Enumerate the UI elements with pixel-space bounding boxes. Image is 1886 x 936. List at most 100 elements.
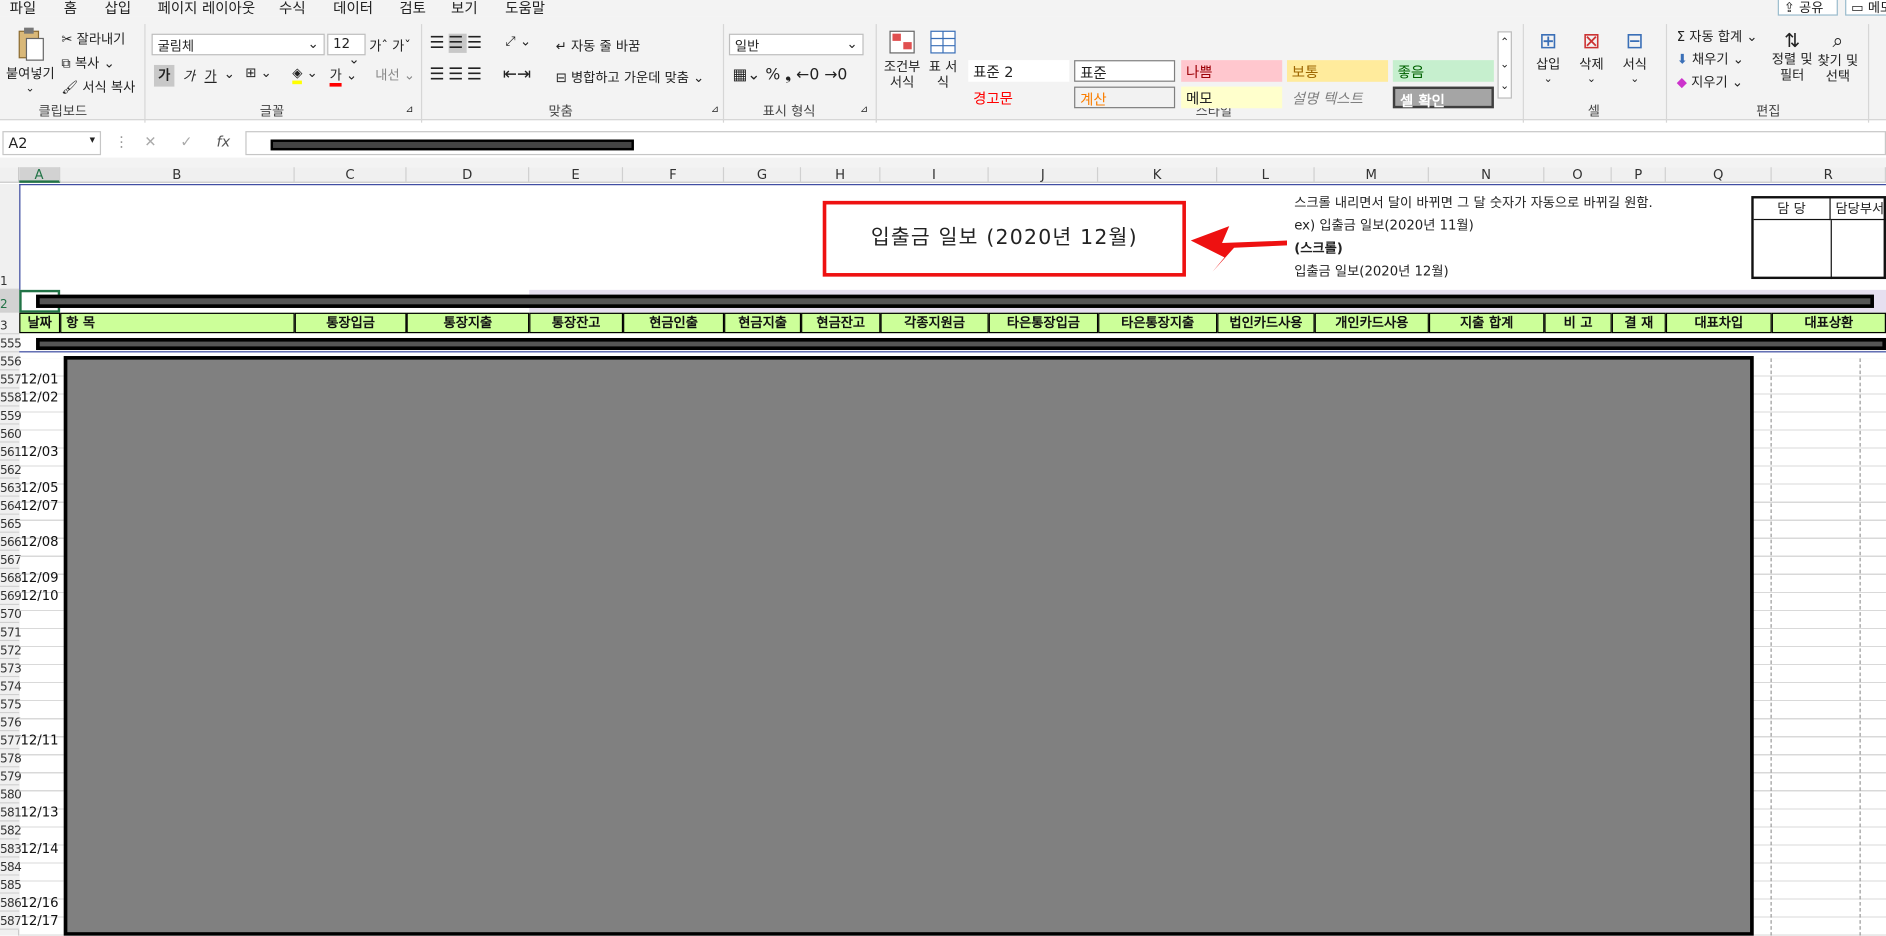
tab-review[interactable]: 검토: [399, 0, 426, 18]
number-format-icons[interactable]: ▦⌄ % ❟ ←0 →0: [733, 66, 848, 84]
formula-input[interactable]: [245, 131, 1886, 156]
column-header-E[interactable]: E: [529, 167, 624, 183]
wrap-text-button[interactable]: ↵ 자동 줄 바꿈: [556, 36, 641, 55]
column-header-A[interactable]: A: [19, 167, 61, 183]
table-header-cell[interactable]: 현금잔고: [801, 312, 881, 334]
row-header[interactable]: 571: [0, 623, 22, 642]
dialog-launcher-icon[interactable]: ⊿: [860, 103, 868, 114]
cell-style-item[interactable]: 경고문: [968, 86, 1070, 109]
column-header-D[interactable]: D: [407, 167, 530, 183]
fill-button[interactable]: ⬇ 채우기 ⌄: [1677, 49, 1744, 68]
comments-button[interactable]: ▭ 메모: [1845, 0, 1886, 16]
column-header-P[interactable]: P: [1612, 167, 1666, 183]
name-box[interactable]: A2 ▾: [2, 131, 102, 156]
column-header-F[interactable]: F: [623, 167, 725, 183]
cell-style-item[interactable]: 나쁨: [1181, 60, 1283, 82]
find-select-button[interactable]: ⌕ 찾기 및 선택: [1816, 29, 1859, 84]
phonetic-icon[interactable]: 내선 ⌄: [375, 65, 415, 84]
column-header-G[interactable]: G: [724, 167, 802, 183]
cell-style-item[interactable]: 메모: [1181, 86, 1283, 109]
table-header-cell[interactable]: 대표상환: [1771, 312, 1886, 334]
row-header[interactable]: 587: [0, 911, 22, 930]
row-header[interactable]: 578: [0, 749, 22, 768]
row-header[interactable]: 576: [0, 713, 22, 732]
row-header[interactable]: 577: [0, 731, 22, 750]
insert-cells-button[interactable]: ⊞ 삽입 ⌄: [1536, 29, 1560, 86]
row-header[interactable]: 1: [0, 184, 20, 290]
italic-button[interactable]: 가: [183, 66, 195, 85]
row-header[interactable]: 574: [0, 677, 22, 696]
tab-view[interactable]: 보기: [451, 0, 478, 18]
merge-center-button[interactable]: ⊟ 병합하고 가운데 맞춤 ⌄: [556, 67, 705, 86]
column-header-N[interactable]: N: [1429, 167, 1545, 183]
format-as-table-button[interactable]: 표 서식: [926, 29, 960, 90]
cell-style-item[interactable]: 셀 확인: [1392, 86, 1494, 109]
row-header[interactable]: 583: [0, 839, 22, 858]
cell-style-item[interactable]: 좋음: [1392, 60, 1494, 82]
row-header[interactable]: 579: [0, 767, 22, 786]
cancel-icon[interactable]: ✕: [144, 134, 156, 151]
bold-button[interactable]: 가: [153, 64, 175, 87]
date-cell[interactable]: 12/05: [20, 480, 58, 496]
table-header-cell[interactable]: 현금지출: [724, 312, 802, 334]
row-header[interactable]: 2: [0, 289, 20, 313]
tab-formulas[interactable]: 수식: [279, 0, 306, 18]
date-cell[interactable]: 12/16: [20, 895, 58, 911]
dialog-launcher-icon[interactable]: ⊿: [711, 103, 719, 114]
column-header-I[interactable]: I: [880, 167, 989, 183]
increase-font-icon[interactable]: 가ˆ: [369, 36, 388, 55]
row-header[interactable]: 584: [0, 857, 22, 876]
date-cell[interactable]: 12/14: [20, 841, 58, 857]
row-header[interactable]: 560: [0, 424, 22, 443]
row-header[interactable]: 566: [0, 532, 22, 551]
number-format-combo[interactable]: 일반 ⌄: [728, 33, 864, 56]
row-header[interactable]: 573: [0, 659, 22, 678]
date-cell[interactable]: 12/02: [20, 390, 58, 406]
chevron-down-icon[interactable]: ⌄: [224, 66, 235, 82]
dialog-launcher-icon[interactable]: ⊿: [405, 103, 413, 114]
column-header-Q[interactable]: Q: [1666, 167, 1772, 183]
gallery-scroll[interactable]: ⌃ ⌄ ⌄: [1497, 31, 1512, 99]
row-header[interactable]: 564: [0, 496, 22, 515]
clear-button[interactable]: ◆ 지우기 ⌄: [1677, 72, 1743, 91]
table-header-cell[interactable]: 대표차입: [1665, 312, 1772, 334]
table-header-cell[interactable]: 현금인출: [623, 312, 725, 334]
column-header-C[interactable]: C: [295, 167, 407, 183]
table-header-cell[interactable]: 항 목: [60, 312, 295, 334]
row-header[interactable]: 580: [0, 785, 22, 804]
fill-color-button[interactable]: ◈ ⌄: [292, 64, 318, 85]
row-header[interactable]: 570: [0, 605, 22, 624]
vertical-align-icons[interactable]: ☰☰☰: [429, 33, 485, 53]
date-cell[interactable]: 12/10: [20, 588, 58, 604]
table-header-cell[interactable]: 각종지원금: [880, 312, 989, 334]
horizontal-align-icons[interactable]: ☰☰☰: [429, 65, 485, 84]
row-header[interactable]: 575: [0, 695, 22, 714]
copy-button[interactable]: ⧉ 복사 ⌄: [61, 53, 114, 72]
table-header-cell[interactable]: 타은통장입금: [988, 312, 1099, 334]
row-header[interactable]: 559: [0, 406, 22, 425]
table-header-cell[interactable]: 타은통장지출: [1098, 312, 1218, 334]
paste-button[interactable]: 붙여넣기 ⌄: [6, 26, 55, 95]
cell-style-item[interactable]: 보통: [1286, 60, 1389, 82]
indent-icons[interactable]: ⇤⇥: [503, 65, 531, 84]
column-header-K[interactable]: K: [1098, 167, 1218, 183]
share-button[interactable]: ⇪ 공유: [1777, 0, 1838, 16]
row-header[interactable]: 567: [0, 550, 22, 569]
date-cell[interactable]: 12/09: [20, 570, 58, 586]
row-header[interactable]: 558: [0, 388, 22, 407]
row-header[interactable]: 569: [0, 586, 22, 606]
cell-style-item[interactable]: 설명 텍스트: [1286, 86, 1389, 109]
row-header[interactable]: 582: [0, 821, 22, 840]
conditional-format-button[interactable]: 조건부 서식: [882, 29, 923, 90]
row-header[interactable]: 561: [0, 442, 22, 461]
decrease-font-icon[interactable]: 가ˇ: [392, 36, 411, 55]
table-header-cell[interactable]: 결 재: [1611, 312, 1666, 334]
cell-style-item[interactable]: 계산: [1074, 86, 1176, 109]
table-header-cell[interactable]: 법인카드사용: [1217, 312, 1315, 334]
row-header[interactable]: 555: [0, 334, 22, 353]
sort-filter-button[interactable]: ⇅ 정렬 및 필터: [1771, 29, 1814, 83]
date-cell[interactable]: 12/01: [20, 372, 58, 388]
date-cell[interactable]: 12/07: [20, 498, 58, 514]
date-cell[interactable]: 12/17: [20, 913, 58, 929]
column-header-L[interactable]: L: [1217, 167, 1315, 183]
